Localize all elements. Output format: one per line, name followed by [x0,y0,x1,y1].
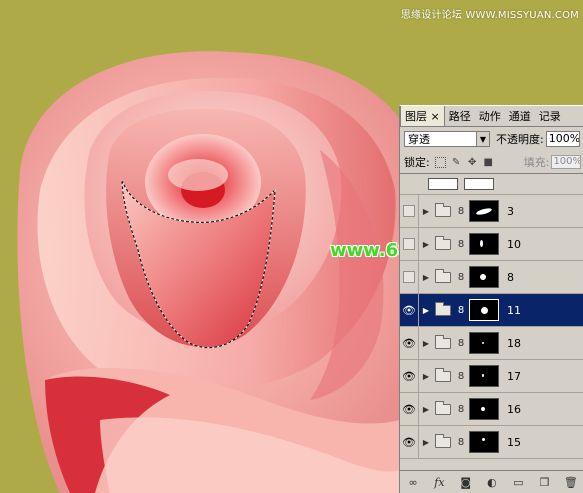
eye-icon[interactable]: 👁 [400,426,419,458]
folder-icon [435,268,451,283]
layer-name: 3 [507,204,514,218]
lock-icon[interactable]: ■ [483,157,494,168]
tab-channels[interactable]: 通道 [505,106,535,126]
fx-icon[interactable]: fx [431,476,447,489]
top-watermark: 思缘设计论坛 WWW.MISSYUAN.COM [400,10,579,21]
expand-icon[interactable]: ▶ [419,339,433,348]
link-icon: 8 [457,370,465,382]
eye-icon[interactable]: 👁 [400,360,419,392]
tab-layers-label: 图层 [405,110,427,123]
lock-label: 锁定: [404,156,430,169]
layer-row[interactable]: 👁 ▶ 8 16 [400,393,583,426]
link-icon: 8 [457,337,465,349]
expand-icon[interactable]: ▶ [419,438,433,447]
layer-row[interactable]: ▶ 8 3 [400,195,583,228]
tab-history[interactable]: 记录 [535,106,565,126]
fill-input[interactable]: 100% [551,155,582,169]
layer-row[interactable]: ▶ 8 8 [400,261,583,294]
folder-icon [435,202,451,217]
mask-icon[interactable]: ◙ [458,476,474,489]
layer-mask-thumbnail[interactable] [469,200,499,222]
visibility-toggle[interactable] [400,228,419,260]
layers-panel: 图层 × 路径 动作 通道 记录 穿透 ▼ 不透明度: 100% 锁定: ✎ ✥… [399,105,583,493]
blend-mode-value: 穿透 [408,133,430,146]
layer-mask-thumbnail[interactable] [469,266,499,288]
layer-name: 16 [507,402,521,416]
link-icon[interactable]: ∞ [405,476,421,489]
opacity-input[interactable]: 100% [545,131,580,147]
expand-icon[interactable]: ▶ [419,405,433,414]
layer-name: 18 [507,336,521,350]
folder-icon [435,235,451,250]
new-layer-icon[interactable]: ❐ [537,476,553,489]
layer-row-selected[interactable]: 👁 ▶ 8 11 [400,294,583,327]
folder-icon [435,367,451,382]
eye-icon[interactable]: 👁 [400,294,419,326]
layers-list: ▶ 8 3 ▶ 8 10 ▶ 8 8 👁 ▶ 8 11 👁 ▶ 8 18 👁 ▶… [400,174,583,459]
expand-icon[interactable]: ▶ [419,207,433,216]
folder-icon [435,334,451,349]
layer-row[interactable]: 👁 ▶ 8 17 [400,360,583,393]
visibility-toggle[interactable] [400,195,419,227]
trash-icon[interactable]: 🗑 [563,476,579,489]
opacity-label: 不透明度: [496,133,544,146]
folder-icon [435,433,451,448]
layer-mask-thumbnail[interactable] [469,365,499,387]
lock-row: 锁定: ✎ ✥ ■ 填充: 100% [400,151,583,174]
expand-icon[interactable]: ▶ [419,240,433,249]
close-icon[interactable]: × [431,110,440,123]
panel-tabs: 图层 × 路径 动作 通道 记录 [400,106,583,127]
link-icon: 8 [457,304,465,316]
link-icon: 8 [457,403,465,415]
folder-icon[interactable]: ▭ [510,476,526,489]
expand-icon[interactable]: ▶ [419,273,433,282]
layer-name: 11 [507,303,521,317]
tab-paths[interactable]: 路径 [445,106,475,126]
layer-row[interactable]: ▶ 8 10 [400,228,583,261]
expand-icon[interactable]: ▶ [419,306,433,315]
eye-icon[interactable]: 👁 [400,327,419,359]
layer-mask-thumbnail [464,178,494,190]
link-icon: 8 [457,271,465,283]
link-icon: 8 [457,205,465,217]
layer-row[interactable]: 👁 ▶ 8 18 [400,327,583,360]
tab-actions[interactable]: 动作 [475,106,505,126]
tab-layers[interactable]: 图层 × [400,106,445,126]
fill-label: 填充: [523,156,550,169]
folder-icon [435,301,451,316]
layer-name: 8 [507,270,514,284]
brush-icon[interactable]: ✎ [451,157,462,168]
blend-row: 穿透 ▼ 不透明度: 100% [400,127,583,151]
blend-mode-select[interactable]: 穿透 ▼ [404,131,490,147]
folder-icon [435,400,451,415]
adjustment-icon[interactable]: ◐ [484,476,500,489]
link-icon: 8 [457,436,465,448]
eye-icon[interactable]: 👁 [400,393,419,425]
panel-footer: ∞ fx ◙ ◐ ▭ ❐ 🗑 [400,470,583,493]
expand-icon[interactable]: ▶ [419,372,433,381]
visibility-toggle[interactable] [400,261,419,293]
chevron-down-icon[interactable]: ▼ [476,132,489,146]
layer-name: 15 [507,435,521,449]
lock-transparency-icon[interactable] [434,156,446,168]
layer-mask-thumbnail[interactable] [469,398,499,420]
layer-name: 17 [507,369,521,383]
layer-mask-thumbnail[interactable] [469,332,499,354]
layer-mask-thumbnail[interactable] [469,431,499,453]
layer-mask-thumbnail[interactable] [469,299,499,321]
layer-mask-thumbnail[interactable] [469,233,499,255]
link-icon: 8 [457,238,465,250]
layer-name: 10 [507,237,521,251]
partial-layer-row[interactable] [400,174,583,195]
layer-thumbnail [428,178,458,190]
layer-row[interactable]: 👁 ▶ 8 15 [400,426,583,459]
move-icon[interactable]: ✥ [467,157,478,168]
